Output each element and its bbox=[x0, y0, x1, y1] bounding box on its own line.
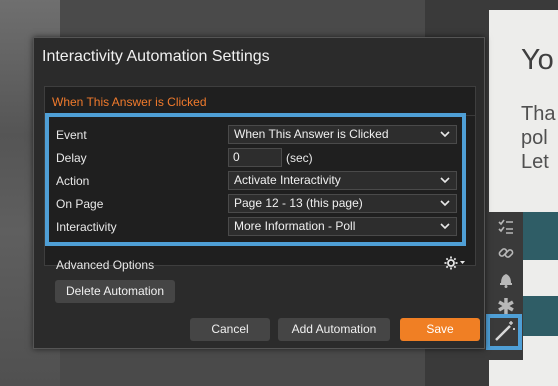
dialog-title: Interactivity Automation Settings bbox=[42, 48, 270, 65]
chevron-down-icon bbox=[440, 126, 450, 149]
magic-wand-tool-highlight[interactable] bbox=[486, 314, 522, 350]
on-page-select[interactable]: Page 12 - 13 (this page) bbox=[228, 194, 457, 213]
action-select[interactable]: Activate Interactivity bbox=[228, 171, 457, 190]
chevron-down-icon bbox=[440, 218, 450, 241]
link-icon[interactable] bbox=[495, 244, 517, 266]
event-select-value: When This Answer is Clicked bbox=[234, 127, 389, 141]
save-button[interactable]: Save bbox=[400, 318, 480, 341]
gear-icon[interactable] bbox=[444, 255, 466, 274]
delete-automation-button[interactable]: Delete Automation bbox=[55, 280, 175, 303]
event-select[interactable]: When This Answer is Clicked bbox=[228, 125, 457, 144]
panel-title: When This Answer is Clicked bbox=[52, 95, 207, 109]
delay-input[interactable]: 0 bbox=[228, 148, 282, 167]
chevron-down-icon bbox=[440, 172, 450, 195]
automation-settings-dialog: Interactivity Automation Settings When T… bbox=[33, 37, 485, 349]
on-page-select-value: Page 12 - 13 (this page) bbox=[234, 196, 363, 210]
bell-icon[interactable] bbox=[495, 270, 517, 292]
slide-body: Tha pol Let bbox=[521, 102, 555, 174]
on-page-label: On Page bbox=[56, 197, 104, 211]
interactivity-label: Interactivity bbox=[56, 220, 117, 234]
event-label: Event bbox=[56, 128, 87, 142]
interactivity-select[interactable]: More Information - Poll bbox=[228, 217, 457, 236]
delay-label: Delay bbox=[56, 151, 87, 165]
checklist-icon[interactable] bbox=[495, 218, 517, 240]
cancel-button[interactable]: Cancel bbox=[190, 318, 270, 341]
chevron-down-icon bbox=[440, 195, 450, 218]
delay-unit: (sec) bbox=[286, 151, 313, 165]
slide-body-line: Tha bbox=[521, 103, 556, 125]
advanced-options-label: Advanced Options bbox=[56, 258, 155, 272]
magic-wand-icon bbox=[495, 321, 515, 341]
slide-body-line: Let bbox=[521, 151, 549, 173]
slide-body-line: pol bbox=[521, 127, 548, 149]
interactivity-select-value: More Information - Poll bbox=[234, 219, 356, 233]
add-automation-button[interactable]: Add Automation bbox=[278, 318, 390, 341]
action-label: Action bbox=[56, 174, 90, 188]
action-select-value: Activate Interactivity bbox=[234, 173, 341, 187]
slide-heading: Yo bbox=[521, 44, 554, 76]
